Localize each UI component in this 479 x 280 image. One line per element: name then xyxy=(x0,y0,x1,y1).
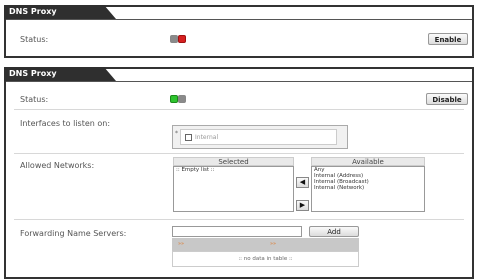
divider xyxy=(14,109,464,110)
status-green-led-icon xyxy=(170,95,178,103)
forwarding-server-input[interactable] xyxy=(172,226,302,237)
move-right-button[interactable]: ▶ xyxy=(296,200,309,211)
interfaces-list-inner: Internal xyxy=(180,129,337,145)
forwarding-servers-label: Forwarding Name Servers: xyxy=(20,229,127,238)
tab-underline xyxy=(6,19,472,20)
status-red-led-icon xyxy=(178,35,186,43)
selected-header: Selected xyxy=(173,157,294,166)
allowed-networks-label: Allowed Networks: xyxy=(20,161,95,170)
tab-underline xyxy=(6,81,472,82)
interface-internal-label: Internal xyxy=(195,134,219,141)
dns-proxy-panel-disabled: DNS Proxy Status: Enable xyxy=(4,5,474,58)
available-networks-list[interactable]: Any Internal (Address) Internal (Broadca… xyxy=(311,166,425,212)
sort-arrows-icon[interactable]: »» xyxy=(270,241,276,247)
status-off-gray-led-icon xyxy=(170,35,178,43)
disable-button[interactable]: Disable xyxy=(426,93,468,105)
divider xyxy=(14,219,464,220)
divider xyxy=(14,153,464,154)
dns-proxy-panel-enabled: DNS Proxy Status: Disable Interfaces to … xyxy=(4,67,474,279)
panel-tab-title: DNS Proxy xyxy=(4,67,116,81)
list-bullet: * xyxy=(175,130,178,137)
move-left-button[interactable]: ◀ xyxy=(296,177,309,188)
arrow-left-icon: ◀ xyxy=(299,178,306,186)
selected-networks-list[interactable]: :: Empty list :: xyxy=(173,166,294,212)
status-off-gray-led-icon xyxy=(178,95,186,103)
available-header: Available xyxy=(311,157,425,166)
forwarding-table-header: »» »» xyxy=(172,238,359,251)
panel-tab-title: DNS Proxy xyxy=(4,5,116,19)
arrow-right-icon: ▶ xyxy=(299,201,306,209)
interfaces-label: Interfaces to listen on: xyxy=(20,119,111,128)
interfaces-list: * Internal xyxy=(172,125,348,149)
list-item[interactable]: Internal (Network) xyxy=(312,185,424,191)
status-label: Status: xyxy=(20,35,49,44)
interface-internal-checkbox[interactable] xyxy=(185,134,192,141)
sort-arrows-icon[interactable]: »» xyxy=(178,241,184,247)
no-data-message: :: no data in table :: xyxy=(238,256,293,262)
enable-button[interactable]: Enable xyxy=(428,33,468,45)
status-label: Status: xyxy=(20,95,49,104)
forwarding-table-body: :: no data in table :: xyxy=(172,251,359,267)
list-item: :: Empty list :: xyxy=(176,167,215,173)
add-button[interactable]: Add xyxy=(309,226,359,237)
